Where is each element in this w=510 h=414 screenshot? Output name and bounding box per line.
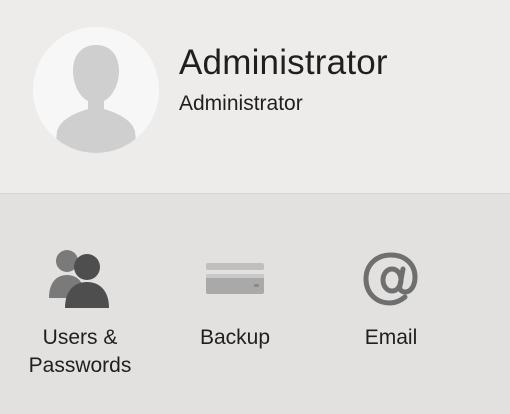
users-group-icon [49,250,109,308]
pane-users-passwords[interactable]: Users & Passwords [18,244,142,380]
pane-label: Email [364,326,418,349]
default-user-silhouette-icon [33,27,159,153]
user-role: Administrator [179,92,303,115]
backup-drive-icon [206,263,264,294]
pane-icon-container [336,244,446,314]
at-sign-icon [363,252,418,306]
pane-icon-container [176,244,294,314]
pane-backup[interactable]: Backup [176,244,294,352]
settings-window: Administrator Administrator Users & Pass… [0,0,510,414]
pane-icon-container [18,244,142,314]
account-header: Administrator Administrator [0,0,510,194]
user-name: Administrator [179,43,388,82]
pane-email[interactable]: Email [336,244,446,352]
user-avatar[interactable] [33,27,159,153]
pane-label: Backup [199,326,271,349]
pane-label: Users & Passwords [28,326,132,377]
